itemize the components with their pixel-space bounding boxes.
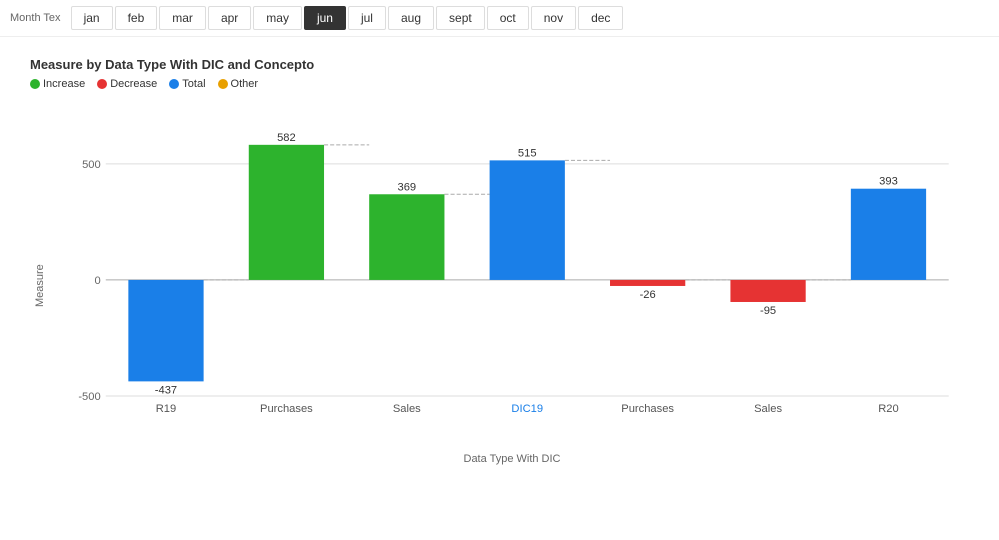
month-tab-sept[interactable]: sept	[436, 6, 485, 30]
chart-area: Measure by Data Type With DIC and Concep…	[0, 37, 999, 475]
legend-dot	[30, 79, 40, 89]
legend-item-total: Total	[169, 78, 205, 90]
month-tab-jul[interactable]: jul	[348, 6, 386, 30]
svg-text:-437: -437	[155, 384, 177, 396]
month-tab-aug[interactable]: aug	[388, 6, 434, 30]
month-tab-dec[interactable]: dec	[578, 6, 623, 30]
svg-text:Sales: Sales	[393, 403, 421, 415]
legend-item-decrease: Decrease	[97, 78, 157, 90]
month-tab-nov[interactable]: nov	[531, 6, 576, 30]
svg-text:369: 369	[398, 181, 417, 193]
month-tabs: janfebmaraprmayjunjulaugseptoctnovdec	[71, 6, 624, 30]
svg-text:582: 582	[277, 132, 296, 144]
legend-dot	[169, 79, 179, 89]
legend-label: Total	[182, 78, 205, 90]
month-tab-jan[interactable]: jan	[71, 6, 113, 30]
legend-item-increase: Increase	[30, 78, 85, 90]
month-tab-feb[interactable]: feb	[115, 6, 158, 30]
chart-svg: 500 0 -500 -437 R19 582 Purchases 369 Sales 515 DI…	[55, 106, 969, 446]
svg-text:Sales: Sales	[754, 403, 782, 415]
month-tab-may[interactable]: may	[253, 6, 302, 30]
svg-text:515: 515	[518, 147, 537, 159]
svg-text:DIC19: DIC19	[511, 403, 543, 415]
month-tab-jun[interactable]: jun	[304, 6, 346, 30]
month-tab-oct[interactable]: oct	[487, 6, 529, 30]
month-tab-mar[interactable]: mar	[159, 6, 206, 30]
chart-title: Measure by Data Type With DIC and Concep…	[30, 57, 969, 72]
month-label: Month Tex	[10, 12, 61, 24]
svg-text:Purchases: Purchases	[260, 403, 313, 415]
svg-text:393: 393	[879, 176, 898, 188]
svg-text:R20: R20	[878, 403, 898, 415]
x-axis-label: Data Type With DIC	[55, 453, 969, 465]
svg-text:500: 500	[82, 159, 101, 171]
legend-dot	[218, 79, 228, 89]
legend-item-other: Other	[218, 78, 259, 90]
svg-text:-95: -95	[760, 305, 776, 317]
svg-text:0: 0	[94, 275, 100, 287]
y-axis-label: Measure	[30, 106, 50, 465]
legend-dot	[97, 79, 107, 89]
month-tab-apr[interactable]: apr	[208, 6, 251, 30]
svg-text:Purchases: Purchases	[621, 403, 674, 415]
legend-label: Increase	[43, 78, 85, 90]
top-bar: Month Tex janfebmaraprmayjunjulaugseptoc…	[0, 0, 999, 37]
legend-label: Decrease	[110, 78, 157, 90]
chart-container: Measure 500 0 -500 -437 R19 582 Purchases 369 Sa…	[30, 106, 969, 465]
legend: Increase Decrease Total Other	[30, 78, 969, 90]
legend-label: Other	[231, 78, 259, 90]
svg-text:-500: -500	[78, 391, 100, 403]
chart-inner: 500 0 -500 -437 R19 582 Purchases 369 Sales 515 DI…	[55, 106, 969, 465]
svg-text:R19: R19	[156, 403, 176, 415]
svg-text:-26: -26	[640, 289, 656, 301]
